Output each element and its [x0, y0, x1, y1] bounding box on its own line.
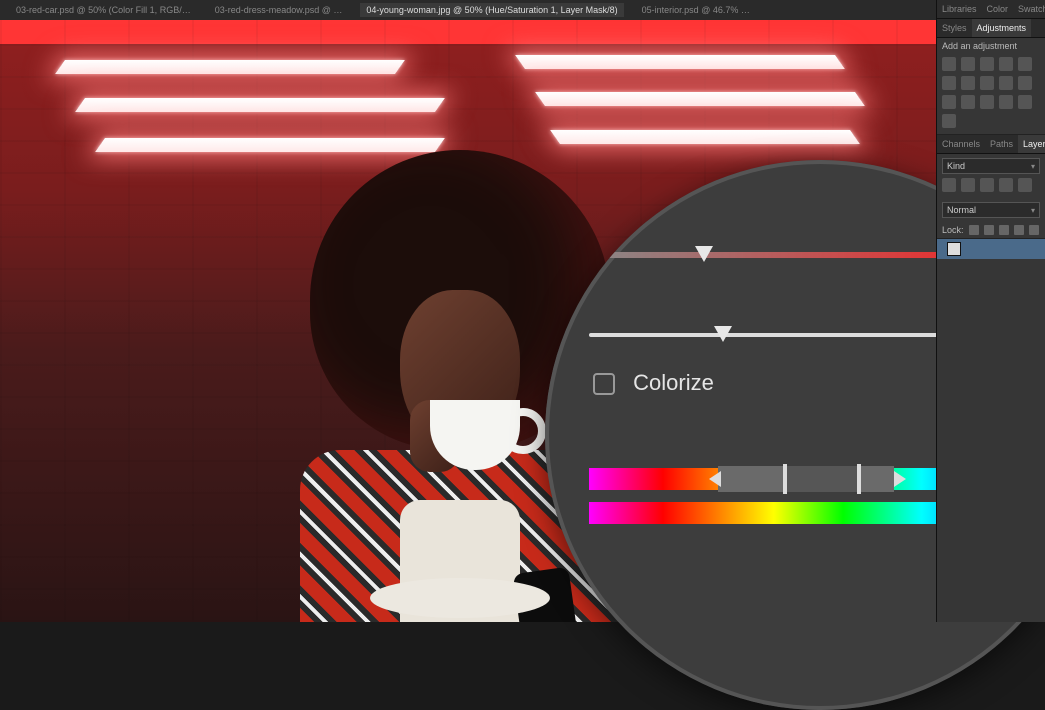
gradient-map-icon[interactable]	[1018, 95, 1032, 109]
layer-filter-icons	[937, 178, 1045, 198]
hue-range-core[interactable]	[783, 466, 857, 492]
adjustment-icon-grid	[937, 54, 1045, 134]
photo-light	[550, 130, 860, 144]
tab-color[interactable]: Color	[982, 0, 1014, 18]
color-lookup-icon[interactable]	[942, 95, 956, 109]
photo-light	[515, 55, 845, 69]
tab-layers[interactable]: Layers	[1018, 135, 1045, 153]
brightness-contrast-icon[interactable]	[942, 57, 956, 71]
lock-pixels-icon[interactable]	[984, 225, 994, 235]
filter-adjustment-icon[interactable]	[961, 178, 975, 192]
lock-artboard-icon[interactable]	[1014, 225, 1024, 235]
filter-type-icon[interactable]	[980, 178, 994, 192]
document-tab-active[interactable]: 04-young-woman.jpg @ 50% (Hue/Saturation…	[360, 3, 623, 17]
document-tab-bar: 03-red-car.psd @ 50% (Color Fill 1, RGB/…	[0, 0, 1045, 20]
document-tab[interactable]: 05-interior.psd @ 46.7% …	[636, 3, 756, 17]
document-tab[interactable]: 03-red-dress-meadow.psd @ …	[209, 3, 349, 17]
chevron-down-icon: ▾	[1031, 206, 1035, 215]
blend-mode-dropdown[interactable]: Normal ▾	[942, 202, 1040, 218]
libraries-panel-tabs: Libraries Color Swatch	[937, 0, 1045, 19]
filter-pixel-icon[interactable]	[942, 178, 956, 192]
colorize-checkbox[interactable]	[593, 373, 615, 395]
hue-range-handle-outer-right-icon[interactable]	[894, 471, 906, 487]
posterize-icon[interactable]	[980, 95, 994, 109]
invert-icon[interactable]	[961, 95, 975, 109]
lock-all-icon[interactable]	[1029, 225, 1039, 235]
exposure-icon[interactable]	[999, 57, 1013, 71]
tab-libraries[interactable]: Libraries	[937, 0, 982, 18]
layer-row[interactable]	[937, 238, 1045, 259]
tab-swatches[interactable]: Swatch	[1013, 0, 1045, 18]
layer-lock-row: Lock:	[937, 222, 1045, 238]
lock-transparency-icon[interactable]	[969, 225, 979, 235]
photo-plate	[370, 578, 550, 618]
selective-color-icon[interactable]	[942, 114, 956, 128]
hue-range-handle-inner-right-icon[interactable]	[857, 464, 861, 494]
photo-filter-icon[interactable]	[999, 76, 1013, 90]
chevron-down-icon: ▾	[1031, 162, 1035, 171]
tab-adjustments[interactable]: Adjustments	[972, 19, 1032, 37]
layer-thumbnail[interactable]	[947, 242, 961, 256]
hue-range-handle-inner-left-icon[interactable]	[783, 464, 787, 494]
lock-position-icon[interactable]	[999, 225, 1009, 235]
layers-panel-tabs: Channels Paths Layers	[937, 135, 1045, 154]
layer-filter-kind-dropdown[interactable]: Kind ▾	[942, 158, 1040, 174]
lightness-thumb[interactable]	[714, 326, 732, 342]
vibrance-icon[interactable]	[1018, 57, 1032, 71]
tab-channels[interactable]: Channels	[937, 135, 985, 153]
filter-smart-icon[interactable]	[1018, 178, 1032, 192]
black-white-icon[interactable]	[980, 76, 994, 90]
adjustments-panel-tabs: Styles Adjustments	[937, 19, 1045, 38]
document-tab[interactable]: 03-red-car.psd @ 50% (Color Fill 1, RGB/…	[10, 3, 197, 17]
layer-filter-kind-label: Kind	[947, 161, 965, 171]
photo-light	[55, 60, 405, 74]
threshold-icon[interactable]	[999, 95, 1013, 109]
filter-shape-icon[interactable]	[999, 178, 1013, 192]
saturation-thumb[interactable]	[695, 246, 713, 262]
photo-light	[535, 92, 865, 106]
add-adjustment-label: Add an adjustment	[937, 38, 1045, 54]
levels-icon[interactable]	[961, 57, 975, 71]
color-balance-icon[interactable]	[961, 76, 975, 90]
tab-styles[interactable]: Styles	[937, 19, 972, 37]
tab-paths[interactable]: Paths	[985, 135, 1018, 153]
hue-saturation-icon[interactable]	[942, 76, 956, 90]
blend-mode-value: Normal	[947, 205, 976, 215]
colorize-label: Colorize	[633, 370, 714, 395]
lock-label: Lock:	[942, 225, 964, 235]
curves-icon[interactable]	[980, 57, 994, 71]
channel-mixer-icon[interactable]	[1018, 76, 1032, 90]
photo-light	[75, 98, 445, 112]
hue-range-handle-outer-left-icon[interactable]	[709, 471, 721, 487]
right-panel-stack: Libraries Color Swatch Styles Adjustment…	[936, 0, 1045, 622]
